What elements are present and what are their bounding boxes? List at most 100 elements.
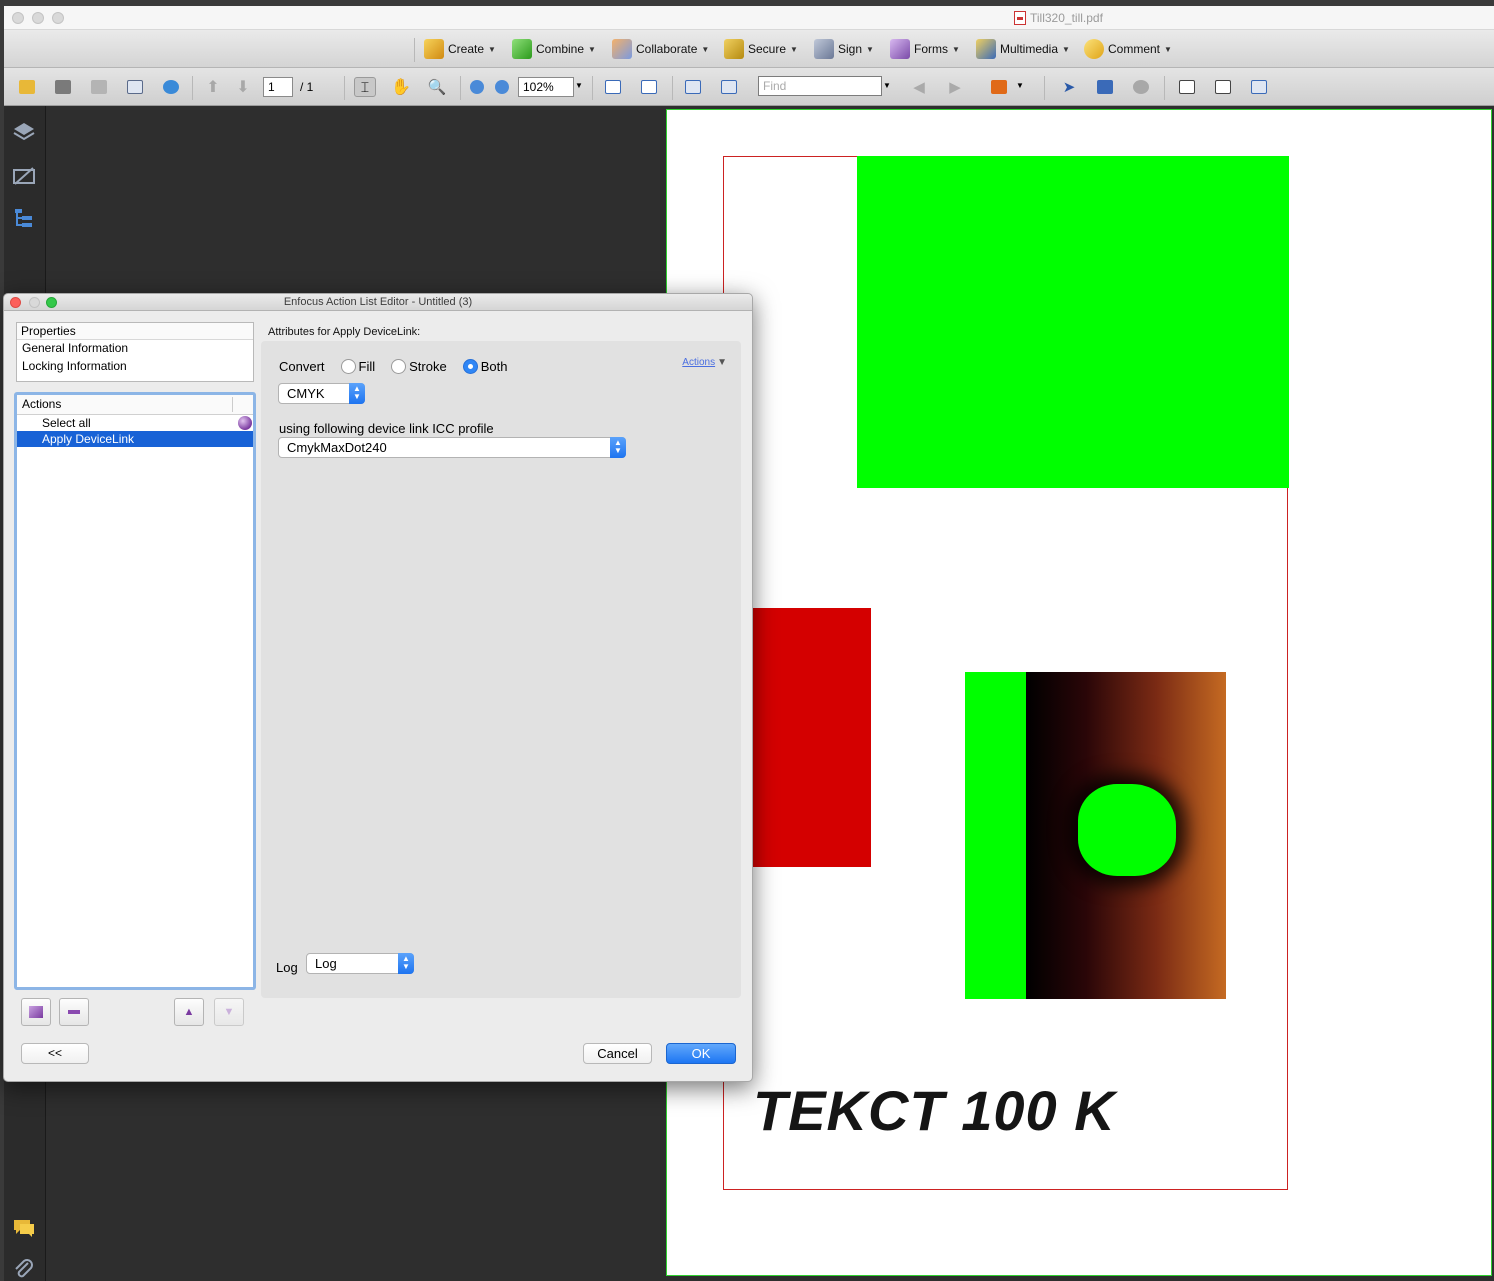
text-field-button[interactable]: [1176, 77, 1198, 97]
select-object-button[interactable]: ➤: [1058, 77, 1080, 97]
chevron-down-icon[interactable]: ▼: [883, 81, 891, 90]
dialog-close-button[interactable]: [10, 297, 21, 308]
secure-button[interactable]: Secure ▼: [724, 38, 798, 60]
hand-icon: ✋: [391, 79, 411, 96]
arrow-left-icon: ◀: [913, 79, 925, 96]
minimize-button[interactable]: [32, 12, 44, 24]
combine-button[interactable]: Combine ▼: [512, 38, 596, 60]
page-number-input[interactable]: 1: [263, 77, 293, 97]
radio-both[interactable]: [462, 359, 478, 374]
model-tree-button[interactable]: [12, 206, 36, 230]
properties-list: Properties General Information Locking I…: [16, 322, 254, 382]
lock-icon: [724, 39, 744, 59]
grid-view-button[interactable]: [718, 77, 740, 97]
stamp-button[interactable]: [988, 77, 1010, 97]
zoom-button[interactable]: [52, 12, 64, 24]
dialog-titlebar: Enfocus Action List Editor - Untitled (3…: [4, 294, 752, 311]
radio-fill-label: Fill: [358, 359, 376, 374]
create-icon: [424, 39, 444, 59]
previous-page-button[interactable]: ⬆: [202, 77, 224, 97]
magnifier-icon: 🔍: [427, 79, 447, 96]
pdf-file-icon: [1014, 11, 1026, 25]
collapse-button[interactable]: <<: [21, 1043, 89, 1064]
toolbar-separator: [1044, 76, 1045, 100]
signatures-button[interactable]: [12, 164, 36, 188]
chevron-down-icon[interactable]: ▼: [1016, 81, 1024, 90]
locking-information-item[interactable]: Locking Information: [17, 358, 253, 376]
tree-icon: [15, 209, 32, 227]
arrow-up-icon: ⬆: [206, 79, 220, 96]
text-touchup-button[interactable]: [1212, 77, 1234, 97]
log-select[interactable]: Log ▲ ▼: [306, 953, 414, 974]
find-next-button[interactable]: ▶: [944, 77, 966, 97]
collaborate-button[interactable]: Collaborate ▼: [612, 38, 709, 60]
ok-button[interactable]: OK: [666, 1043, 736, 1064]
pdf-page: TEKCT 100 K: [666, 109, 1492, 1276]
action-item-select-all[interactable]: Select all: [17, 415, 253, 431]
print-button[interactable]: [52, 77, 74, 97]
pen-icon: [814, 39, 834, 59]
fit-page-button[interactable]: [638, 77, 660, 97]
cancel-button[interactable]: Cancel: [583, 1043, 652, 1064]
save-button[interactable]: [88, 77, 110, 97]
save-icon: [91, 80, 107, 94]
radio-both-label: Both: [480, 359, 508, 374]
find-previous-button[interactable]: ◀: [908, 77, 930, 97]
hand-tool-button[interactable]: ✋: [390, 77, 412, 97]
radio-stroke[interactable]: [391, 359, 407, 374]
fit-width-button[interactable]: [602, 77, 624, 97]
general-information-item[interactable]: General Information: [17, 340, 253, 358]
attachments-button[interactable]: [12, 1258, 36, 1281]
green-bar: [965, 672, 1026, 999]
share-button[interactable]: [160, 77, 182, 97]
icc-profile-select[interactable]: CmykMaxDot240 ▲ ▼: [278, 437, 626, 458]
crop-button[interactable]: [1094, 77, 1116, 97]
zoom-in-button[interactable]: [491, 77, 513, 97]
action-item-apply-devicelink[interactable]: Apply DeviceLink: [17, 431, 253, 447]
dialog-zoom-button[interactable]: [46, 297, 57, 308]
zoom-out-button[interactable]: [466, 77, 488, 97]
find-input[interactable]: Find: [758, 76, 882, 96]
toolbar-separator: [1164, 76, 1165, 100]
add-action-button[interactable]: [21, 998, 51, 1026]
two-page-view-button[interactable]: [682, 77, 704, 97]
select-tool-button[interactable]: ⌶: [354, 77, 376, 97]
layers-button[interactable]: [12, 120, 36, 144]
chevron-down-icon: ▼: [952, 44, 960, 54]
zoom-tool-button[interactable]: 🔍: [426, 77, 448, 97]
status-orb-icon: [238, 416, 252, 430]
comment-button[interactable]: Comment ▼: [1084, 38, 1172, 60]
toolbar-separator: [460, 76, 461, 100]
colorspace-select[interactable]: CMYK ▲ ▼: [278, 383, 365, 404]
zoom-level-input[interactable]: 102%: [518, 77, 574, 97]
common-toolbar: ⬆ ⬇ 1 / 1 ⌶ ✋ 🔍 102% ▼ Find ▼ ◀ ▶ ▼ ➤: [4, 68, 1494, 106]
stepper-icon: ▲ ▼: [349, 383, 365, 404]
remove-action-button[interactable]: [59, 998, 89, 1026]
stamp-icon: [991, 80, 1007, 94]
comments-panel-button[interactable]: [12, 1216, 36, 1240]
next-page-button[interactable]: ⬇: [232, 77, 254, 97]
multimedia-button[interactable]: Multimedia ▼: [976, 38, 1070, 60]
move-down-button[interactable]: ▼: [214, 998, 244, 1026]
properties-header: Properties: [17, 323, 253, 340]
log-label: Log: [276, 960, 298, 975]
zoom-out-icon: [470, 80, 484, 94]
create-button[interactable]: Create ▼: [424, 38, 496, 60]
radio-fill[interactable]: [340, 359, 356, 374]
comment-icon: [1084, 39, 1104, 59]
actions-menu-link[interactable]: Actions ▼: [682, 357, 727, 368]
cursor-icon: ⌶: [360, 78, 370, 95]
forms-button[interactable]: Forms ▼: [890, 38, 960, 60]
chevron-down-icon[interactable]: ▼: [575, 81, 583, 90]
close-button[interactable]: [12, 12, 24, 24]
sign-button[interactable]: Sign ▼: [814, 38, 874, 60]
document-title: Till320_till.pdf: [1014, 11, 1103, 25]
signature-icon: [13, 167, 35, 185]
link-button[interactable]: [1130, 77, 1152, 97]
actions-header: Actions: [17, 395, 253, 415]
dialog-minimize-button[interactable]: [29, 297, 40, 308]
open-button[interactable]: [16, 77, 38, 97]
edit-form-button[interactable]: [1248, 77, 1270, 97]
email-button[interactable]: [124, 77, 146, 97]
move-up-button[interactable]: ▲: [174, 998, 204, 1026]
